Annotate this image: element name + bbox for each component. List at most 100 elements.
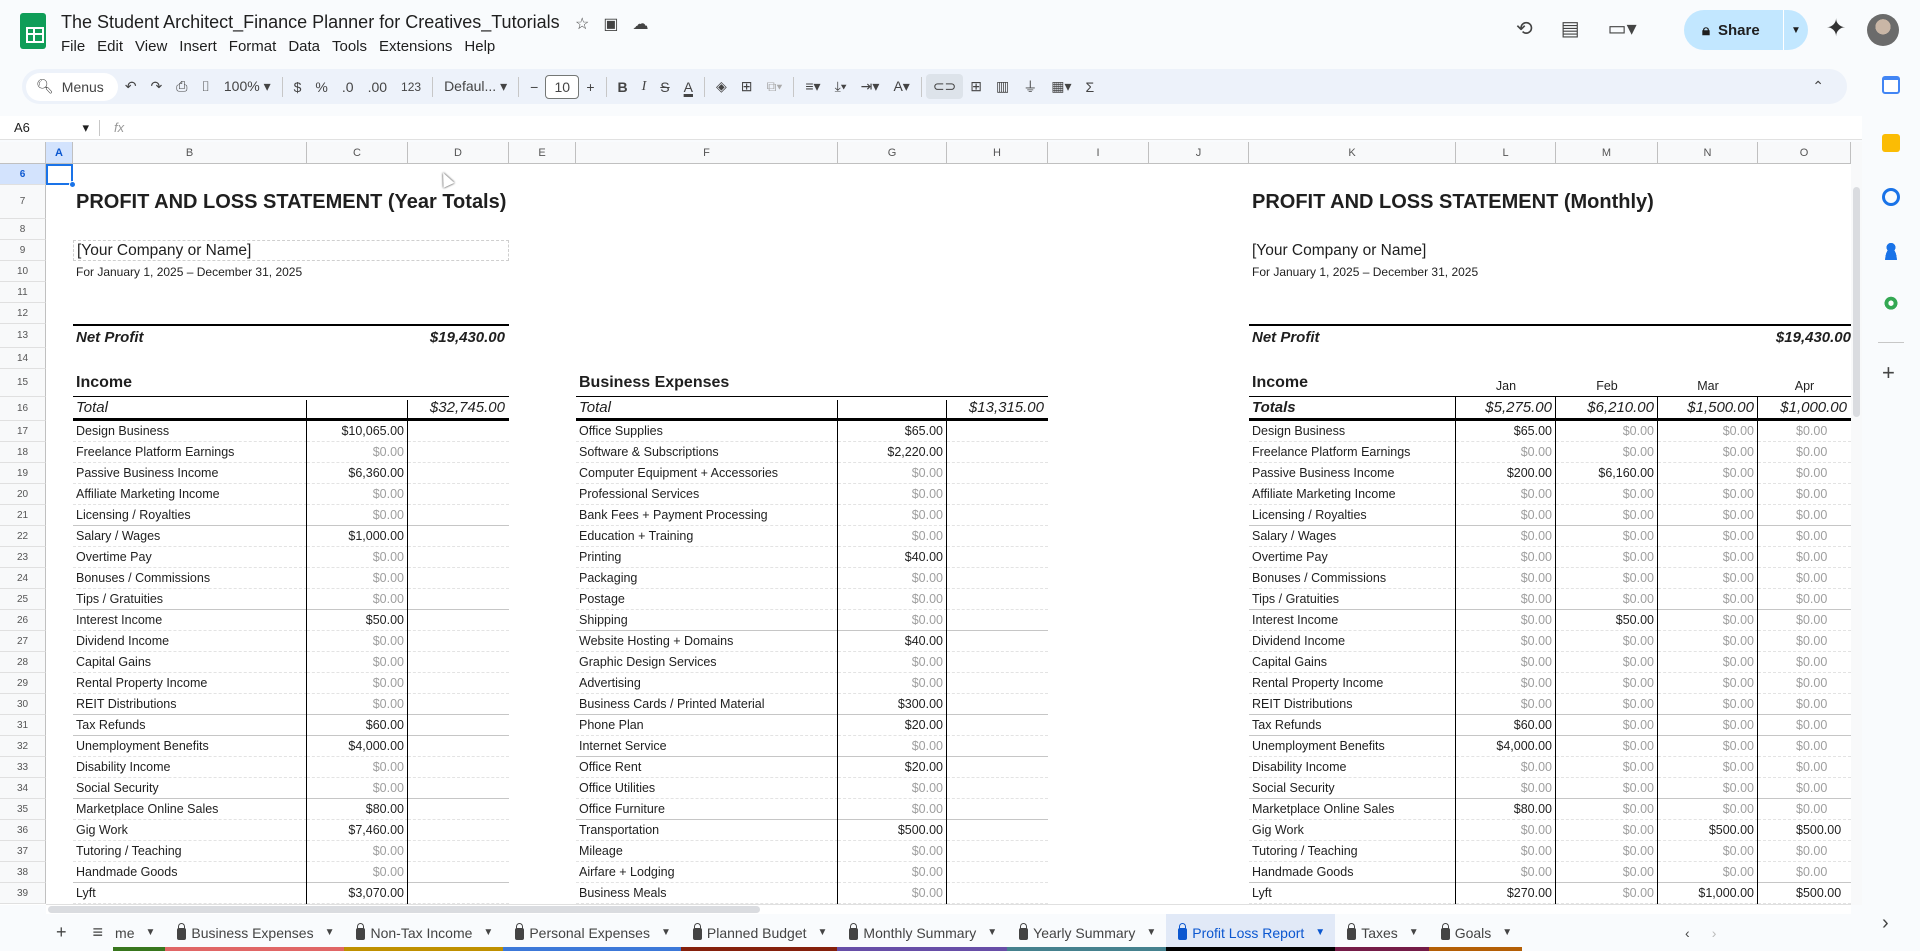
sheet-tab-monthly-summary[interactable]: Monthly Summary ▼: [837, 914, 1008, 951]
expense-row-spacer[interactable]: [947, 484, 1048, 505]
tab-menu-icon[interactable]: ▼: [1409, 927, 1419, 938]
monthly-income-row-label[interactable]: Tips / Gratuities: [1249, 589, 1456, 610]
income-row-spacer[interactable]: [408, 484, 509, 505]
net-profit-value[interactable]: $19,430.00: [307, 324, 509, 348]
income-row-total[interactable]: $0.00: [307, 589, 408, 610]
expense-row-spacer[interactable]: [947, 715, 1048, 736]
income-row-spacer[interactable]: [408, 652, 509, 673]
income-row-label[interactable]: Unemployment Benefits: [73, 736, 307, 757]
income-row-label[interactable]: Licensing / Royalties: [73, 505, 307, 526]
star-icon[interactable]: ☆: [575, 14, 589, 34]
income-row-label[interactable]: Gig Work: [73, 820, 307, 841]
text-wrapping-icon[interactable]: ⇥▾: [854, 78, 887, 95]
tasks-icon[interactable]: [1882, 188, 1900, 206]
monthly-income-value[interactable]: $0.00: [1456, 862, 1556, 883]
monthly-income-value[interactable]: $0.00: [1456, 820, 1556, 841]
monthly-income-value[interactable]: $0.00: [1658, 694, 1758, 715]
row-header-30[interactable]: 30: [0, 694, 46, 715]
expense-row-spacer[interactable]: [947, 610, 1048, 631]
monthly-period[interactable]: For January 1, 2025 – December 31, 2025: [1249, 261, 1556, 282]
calendar-icon[interactable]: [1882, 76, 1900, 94]
monthly-income-value[interactable]: $0.00: [1556, 736, 1658, 757]
share-button[interactable]: 🔒︎ Share ▼: [1684, 10, 1808, 50]
monthly-income-value[interactable]: $0.00: [1456, 652, 1556, 673]
income-row-total[interactable]: $1,000.00: [307, 526, 408, 547]
expense-row-label[interactable]: Business Cards / Printed Material: [576, 694, 838, 715]
expense-row-label[interactable]: Packaging: [576, 568, 838, 589]
row-header-38[interactable]: 38: [0, 862, 46, 883]
expense-row-total[interactable]: $0.00: [838, 484, 947, 505]
monthly-income-value[interactable]: $0.00: [1658, 421, 1758, 442]
monthly-income-value[interactable]: $0.00: [1758, 610, 1851, 631]
menu-edit[interactable]: Edit: [97, 36, 131, 57]
monthly-income-heading[interactable]: Income: [1249, 369, 1456, 397]
monthly-income-value[interactable]: $0.00: [1658, 463, 1758, 484]
year-period[interactable]: For January 1, 2025 – December 31, 2025: [73, 261, 509, 282]
expense-row-spacer[interactable]: [947, 589, 1048, 610]
sheet-tab-business-expenses[interactable]: Business Expenses ▼: [165, 914, 345, 951]
monthly-income-value[interactable]: $60.00: [1456, 715, 1556, 736]
monthly-income-value[interactable]: $0.00: [1456, 589, 1556, 610]
expense-row-total[interactable]: $0.00: [838, 652, 947, 673]
monthly-income-value[interactable]: $0.00: [1456, 631, 1556, 652]
undo-icon[interactable]: ↶: [118, 78, 144, 95]
expenses-total-value[interactable]: $13,315.00: [838, 397, 1048, 421]
income-row-total[interactable]: $0.00: [307, 694, 408, 715]
expense-row-total[interactable]: $0.00: [838, 568, 947, 589]
monthly-income-value[interactable]: $0.00: [1758, 652, 1851, 673]
expense-row-label[interactable]: Office Utilities: [576, 778, 838, 799]
expense-row-label[interactable]: Bank Fees + Payment Processing: [576, 505, 838, 526]
income-row-spacer[interactable]: [408, 715, 509, 736]
income-row-label[interactable]: Freelance Platform Earnings: [73, 442, 307, 463]
monthly-income-value[interactable]: $0.00: [1758, 862, 1851, 883]
monthly-income-row-label[interactable]: Tutoring / Teaching: [1249, 841, 1456, 862]
income-row-spacer[interactable]: [408, 694, 509, 715]
income-row-total[interactable]: $4,000.00: [307, 736, 408, 757]
increase-font-size-icon[interactable]: +: [579, 79, 601, 95]
monthly-income-row-label[interactable]: Interest Income: [1249, 610, 1456, 631]
italic-icon[interactable]: I: [635, 79, 654, 95]
expense-row-total[interactable]: $20.00: [838, 715, 947, 736]
expense-row-spacer[interactable]: [947, 694, 1048, 715]
vertical-scrollbar[interactable]: [1851, 142, 1862, 905]
income-row-spacer[interactable]: [408, 631, 509, 652]
expense-row-spacer[interactable]: [947, 883, 1048, 904]
income-row-spacer[interactable]: [408, 799, 509, 820]
filter-icon[interactable]: ⏚: [1016, 77, 1044, 97]
expense-row-spacer[interactable]: [947, 757, 1048, 778]
column-header-J[interactable]: J: [1149, 142, 1249, 164]
expense-row-total[interactable]: $0.00: [838, 778, 947, 799]
row-header-15[interactable]: 15: [0, 369, 46, 397]
expense-row-total[interactable]: $40.00: [838, 547, 947, 568]
sheet-tab-non-tax-income[interactable]: Non-Tax Income ▼: [344, 914, 504, 951]
income-row-label[interactable]: Overtime Pay: [73, 547, 307, 568]
monthly-income-value[interactable]: $0.00: [1456, 673, 1556, 694]
monthly-income-value[interactable]: $0.00: [1758, 694, 1851, 715]
monthly-net-profit-value[interactable]: $19,430.00: [1456, 324, 1851, 348]
year-company[interactable]: [Your Company or Name]: [73, 240, 509, 261]
income-row-label[interactable]: Tips / Gratuities: [73, 589, 307, 610]
sheet-tab-taxes[interactable]: Taxes ▼: [1335, 914, 1429, 951]
expense-row-total[interactable]: $65.00: [838, 421, 947, 442]
income-row-total[interactable]: $0.00: [307, 442, 408, 463]
income-row-label[interactable]: Tax Refunds: [73, 715, 307, 736]
monthly-income-value[interactable]: $0.00: [1556, 799, 1658, 820]
get-addons-icon[interactable]: +: [1882, 360, 1895, 386]
sheet-tab-profit-loss-report[interactable]: Profit Loss Report ▼: [1166, 914, 1336, 951]
monthly-income-value[interactable]: $0.00: [1758, 715, 1851, 736]
column-header-I[interactable]: I: [1048, 142, 1149, 164]
monthly-income-value[interactable]: $0.00: [1556, 757, 1658, 778]
expense-row-label[interactable]: Website Hosting + Domains: [576, 631, 838, 652]
monthly-income-row-label[interactable]: Marketplace Online Sales: [1249, 799, 1456, 820]
monthly-income-value[interactable]: $0.00: [1658, 757, 1758, 778]
monthly-income-row-label[interactable]: Freelance Platform Earnings: [1249, 442, 1456, 463]
row-header-10[interactable]: 10: [0, 261, 46, 282]
expense-row-spacer[interactable]: [947, 862, 1048, 883]
expense-row-label[interactable]: Airfare + Lodging: [576, 862, 838, 883]
income-row-total[interactable]: $60.00: [307, 715, 408, 736]
row-header-24[interactable]: 24: [0, 568, 46, 589]
monthly-income-row-label[interactable]: Bonuses / Commissions: [1249, 568, 1456, 589]
monthly-income-value[interactable]: $0.00: [1758, 442, 1851, 463]
column-header-O[interactable]: O: [1758, 142, 1851, 164]
monthly-income-value[interactable]: $0.00: [1758, 736, 1851, 757]
